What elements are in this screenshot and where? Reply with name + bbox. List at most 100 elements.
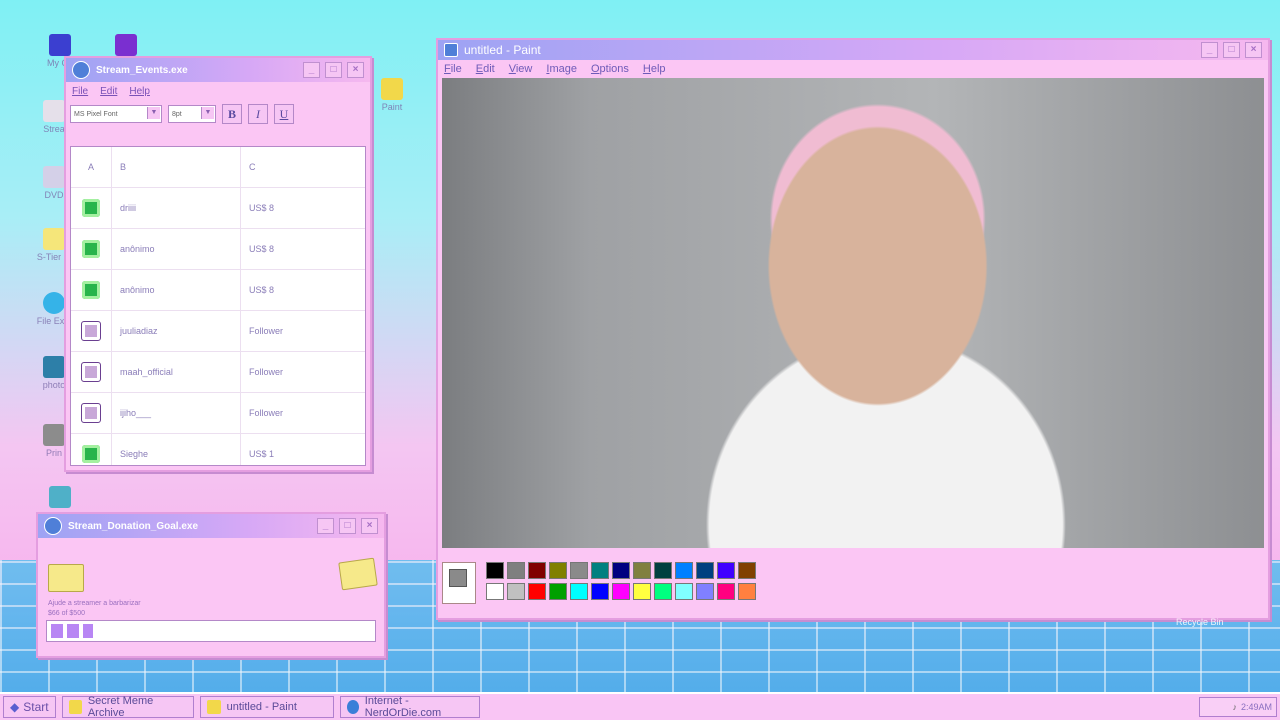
color-swatch[interactable] <box>507 583 525 600</box>
money-icon <box>82 240 100 258</box>
notepad-desktop-icon[interactable] <box>28 486 92 510</box>
table-row[interactable]: Sieghe US$ 1 <box>71 434 365 465</box>
minimize-button[interactable]: _ <box>303 62 320 78</box>
event-value: Follower <box>249 408 284 418</box>
underline-button[interactable]: U <box>274 104 294 124</box>
event-icon-cell <box>71 270 112 310</box>
folder-icon <box>43 100 65 122</box>
paint-shortcut-icon <box>381 78 403 100</box>
menu-options[interactable]: Options <box>591 63 629 75</box>
menu-view[interactable]: View <box>509 63 533 75</box>
disk-icon <box>43 166 65 188</box>
paint-title: untitled - Paint <box>464 43 541 57</box>
header-b: B <box>112 147 241 187</box>
events-table: A B C driiii US$ 8 anônimo US$ 8 anônimo US$ … <box>70 146 366 466</box>
paint-menubar: File Edit View Image Options Help <box>438 60 1268 78</box>
event-value: Follower <box>249 367 284 377</box>
color-swatch[interactable] <box>486 562 504 579</box>
color-swatch[interactable] <box>675 562 693 579</box>
color-swatch[interactable] <box>507 562 525 579</box>
close-button[interactable]: × <box>1245 42 1262 58</box>
menu-file[interactable]: File <box>72 86 88 97</box>
color-swatch[interactable] <box>633 583 651 600</box>
folder-icon <box>43 228 65 250</box>
donation-progress-text: $66 of $500 <box>48 610 85 617</box>
format-toolbar: MS Pixel Font ▼ 8pt ▼ B I U <box>66 100 370 128</box>
events-titlebar[interactable]: Stream_Events.exe _ □ × <box>66 58 370 82</box>
menu-edit[interactable]: Edit <box>100 86 117 97</box>
font-select[interactable]: MS Pixel Font ▼ <box>70 105 162 123</box>
color-swatch[interactable] <box>549 562 567 579</box>
system-tray: ♪ 2:49AM <box>1199 697 1277 717</box>
printer-icon <box>43 424 65 446</box>
event-icon-cell <box>71 229 112 269</box>
globe-icon <box>72 61 90 79</box>
color-swatch[interactable] <box>738 583 756 600</box>
table-row[interactable]: ijiho___ Follower <box>71 393 365 434</box>
speaker-icon[interactable]: ♪ <box>1232 702 1237 712</box>
color-swatch[interactable] <box>738 562 756 579</box>
color-swatch[interactable] <box>675 583 693 600</box>
menu-file[interactable]: File <box>444 63 462 75</box>
maximize-button[interactable]: □ <box>325 62 342 78</box>
menu-image[interactable]: Image <box>546 63 577 75</box>
color-swatch[interactable] <box>591 562 609 579</box>
size-select[interactable]: 8pt ▼ <box>168 105 216 123</box>
color-swatch[interactable] <box>717 562 735 579</box>
event-value: US$ 1 <box>249 449 275 459</box>
paint-titlebar[interactable]: untitled - Paint _ □ × <box>438 40 1268 60</box>
close-button[interactable]: × <box>361 518 378 534</box>
task-internet[interactable]: Internet - NerdOrDie.com <box>339 695 480 719</box>
color-swatch[interactable] <box>528 583 546 600</box>
event-user: ijiho___ <box>112 393 241 433</box>
network-desktop-icon[interactable] <box>94 34 158 58</box>
network-icon <box>115 34 137 56</box>
color-swatch[interactable] <box>654 562 672 579</box>
color-swatch[interactable] <box>612 562 630 579</box>
color-swatch[interactable] <box>654 583 672 600</box>
task-paint[interactable]: untitled - Paint <box>199 696 334 718</box>
menu-edit[interactable]: Edit <box>476 63 495 75</box>
color-swatch[interactable] <box>696 562 714 579</box>
donation-goal-window: Stream_Donation_Goal.exe _ □ × Ajude a s… <box>36 512 386 658</box>
current-color-box[interactable] <box>442 562 476 604</box>
stream-events-window: Stream_Events.exe _ □ × File Edit Help M… <box>64 56 372 472</box>
donation-titlebar[interactable]: Stream_Donation_Goal.exe _ □ × <box>38 514 384 538</box>
event-user: anônimo <box>112 270 241 310</box>
color-swatch[interactable] <box>570 583 588 600</box>
color-swatch[interactable] <box>696 583 714 600</box>
color-swatch[interactable] <box>633 562 651 579</box>
table-row[interactable]: juuliadiaz Follower <box>71 311 365 352</box>
minimize-button[interactable]: _ <box>317 518 334 534</box>
table-row[interactable]: maah_official Follower <box>71 352 365 393</box>
menu-help[interactable]: Help <box>129 86 150 97</box>
minimize-button[interactable]: _ <box>1201 42 1218 58</box>
paint-app-icon <box>444 43 458 57</box>
maximize-button[interactable]: □ <box>339 518 356 534</box>
bold-button[interactable]: B <box>222 104 242 124</box>
table-row[interactable]: anônimo US$ 8 <box>71 229 365 270</box>
color-swatch[interactable] <box>591 583 609 600</box>
start-button[interactable]: ◆ Start <box>3 696 56 718</box>
color-swatch[interactable] <box>717 583 735 600</box>
color-swatch[interactable] <box>570 562 588 579</box>
paint-canvas-webcam[interactable] <box>442 78 1264 548</box>
table-row[interactable]: anônimo US$ 8 <box>71 270 365 311</box>
table-row[interactable]: driiii US$ 8 <box>71 188 365 229</box>
color-swatch[interactable] <box>486 583 504 600</box>
task-secret-meme-archive[interactable]: Secret Meme Archive <box>61 695 194 719</box>
event-user: maah_official <box>112 352 241 392</box>
close-button[interactable]: × <box>347 62 364 78</box>
start-logo-icon: ◆ <box>10 700 20 714</box>
menu-help[interactable]: Help <box>643 63 666 75</box>
paint-window: untitled - Paint _ □ × File Edit View Im… <box>436 38 1270 620</box>
color-swatch[interactable] <box>549 583 567 600</box>
event-icon-cell <box>71 311 112 351</box>
event-icon-cell <box>71 188 112 228</box>
maximize-button[interactable]: □ <box>1223 42 1240 58</box>
recycle-bin-label[interactable]: Recycle Bin <box>1176 617 1224 627</box>
color-swatch[interactable] <box>528 562 546 579</box>
italic-button[interactable]: I <box>248 104 268 124</box>
color-swatch[interactable] <box>612 583 630 600</box>
open-folder-icon <box>338 557 378 591</box>
